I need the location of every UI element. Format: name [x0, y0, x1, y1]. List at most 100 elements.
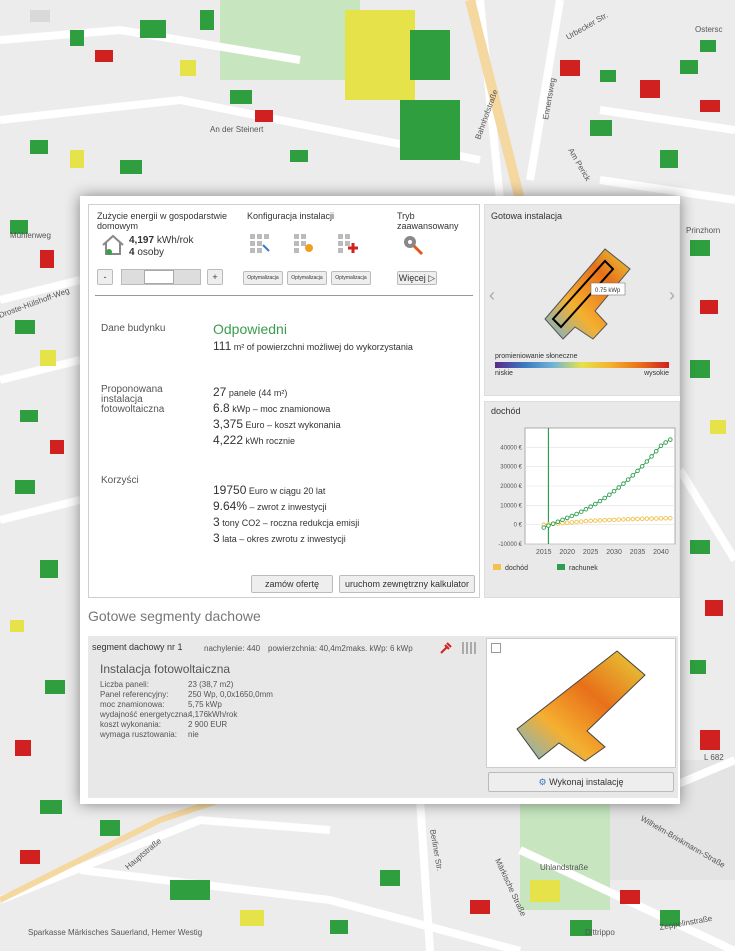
y-tick-label: 30000 €	[500, 465, 522, 471]
external-calculator-button[interactable]: uruchom zewnętrzny kalkulator	[339, 575, 475, 593]
consumption-unit: kWh/rok	[156, 235, 194, 246]
house-icon	[101, 233, 125, 257]
consumption-readout: 4,197 kWh/rok	[129, 235, 193, 246]
y-axis: 40000 € 30000 € 20000 € 10000 € 0 € -10000 €	[498, 445, 522, 548]
optimize-button-2[interactable]: Optymalizacja	[287, 271, 327, 285]
segment-heatmap	[516, 650, 646, 762]
proposal-text: panele (44 m²)	[228, 388, 288, 398]
park-area	[220, 0, 360, 80]
legend-bill: rachunek	[569, 565, 598, 572]
chevron-left-icon[interactable]: ‹	[489, 285, 495, 306]
persons-value: 4	[129, 247, 135, 258]
segment-detail-value: 4,176kWh/rok	[188, 710, 238, 719]
execute-installation-button[interactable]: ⚙ Wykonaj instalację	[488, 772, 674, 792]
data-point-income	[639, 516, 645, 522]
data-point-bill	[607, 492, 612, 497]
segment-tilt: nachylenie: 440	[204, 644, 261, 653]
chevron-right-icon[interactable]: ›	[669, 285, 675, 306]
proposal-line: 4,222 kWh rocznie	[213, 433, 341, 449]
segment-area: powierzchnia: 40,4m2	[268, 644, 346, 653]
optimize-button-3[interactable]: Optymalizacja	[331, 271, 371, 285]
data-point-income	[564, 520, 570, 525]
benefits-details: 19750 Euro w ciągu 20 lat 9.64% – zwrot …	[213, 483, 359, 547]
data-point-bill	[564, 515, 570, 521]
data-point-income	[644, 516, 650, 521]
legend-low: niskie	[495, 370, 513, 377]
usable-area-value: 111	[213, 339, 232, 353]
kwp-label: 0.75 kWp	[595, 288, 621, 294]
order-offer-button[interactable]: zamów ofertę	[251, 575, 333, 593]
building-label: Dane budynku	[101, 323, 166, 334]
y-tick-label: 0 €	[514, 523, 523, 529]
segment-roof-image	[486, 638, 676, 768]
data-point-bill	[639, 464, 645, 469]
proposal-text: kWp – moc znamionowa	[232, 404, 331, 414]
decrease-persons-button[interactable]: -	[97, 269, 113, 285]
proposal-value: 3,375	[213, 417, 244, 431]
segment-detail-key: koszt wykonania:	[100, 720, 161, 729]
data-point-bill	[602, 495, 607, 501]
data-point-bill	[569, 513, 575, 519]
data-point-bill	[560, 517, 565, 523]
add-panel-icon[interactable]	[337, 233, 359, 255]
benefit-text: Euro w ciągu 20 lat	[248, 486, 326, 496]
proposal-line: 6.8 kWp – moc znamionowa	[213, 401, 341, 417]
data-point-income	[607, 517, 612, 523]
data-point-income	[588, 518, 593, 524]
benefit-text: – zwrot z inwestycji	[249, 502, 327, 512]
roof-segment-card: segment dachowy nr 1 nachylenie: 440 pow…	[88, 636, 678, 798]
increase-persons-button[interactable]: +	[207, 269, 223, 285]
data-point-income	[630, 516, 636, 522]
segments-title: Gotowe segmenty dachowe	[88, 608, 261, 624]
benefit-value: 19750	[213, 483, 247, 497]
execute-installation-label: Wykonaj instalację	[549, 777, 624, 787]
y-tick-label: 40000 €	[500, 445, 522, 451]
radiation-legend-bar	[495, 362, 669, 368]
income-section: dochód 40000 € 30000 € 20000 € 10000 € 0 € -1…	[484, 401, 680, 598]
proposal-line: 3,375 Euro – koszt wykonania	[213, 417, 341, 433]
x-tick-label: 2025	[583, 549, 599, 556]
poi-label: Sparkasse Märkisches Sauerland, Hemer We…	[28, 928, 202, 937]
proposal-text: kWh rocznie	[245, 436, 296, 446]
data-point-bill	[625, 477, 631, 482]
persons-readout: 4 osoby	[129, 247, 164, 258]
more-button[interactable]: Więcej ▷	[397, 271, 437, 285]
y-tick-label: 10000 €	[500, 503, 522, 509]
data-point-income	[574, 519, 579, 525]
proposal-text: Euro – koszt wykonania	[245, 420, 341, 430]
data-point-bill	[541, 525, 547, 530]
data-point-income	[625, 517, 631, 522]
roof-heatmap: 0.75 kWp	[544, 248, 631, 340]
persons-slider-handle[interactable]	[144, 270, 174, 284]
optimize-button-1[interactable]: Optymalizacja	[243, 271, 283, 285]
benefit-value: 9.64%	[213, 499, 248, 513]
plug-icon[interactable]	[438, 640, 454, 656]
segment-detail-key: wymaga rusztowania:	[100, 730, 177, 739]
data-point-income	[597, 518, 603, 523]
benefit-line: 3 lata – okres zwrotu z inwestycji	[213, 531, 359, 547]
install-icon: ⚙	[538, 777, 547, 787]
data-point-bill	[621, 481, 626, 486]
legend-title: promieniowanie słoneczne	[495, 353, 578, 360]
data-point-bill	[668, 437, 673, 442]
wrench-icon[interactable]	[401, 233, 425, 257]
data-point-bill	[644, 459, 650, 464]
segment-detail-value: 23 (38,7 m2)	[188, 680, 234, 689]
y-tick-label: 20000 €	[500, 484, 522, 490]
persons-unit: osoby	[137, 247, 165, 258]
data-point-income	[653, 516, 659, 521]
sun-panel-icon[interactable]	[293, 233, 315, 255]
persons-slider[interactable]	[121, 269, 201, 285]
data-point-bill	[555, 519, 561, 525]
income-chart: dochód 40000 € 30000 € 20000 € 10000 € 0 € -1…	[491, 406, 676, 572]
calculator-section: Zużycie energii w gospodarstwie domowym …	[88, 204, 480, 598]
panel-grid-icon[interactable]	[249, 233, 271, 255]
data-point-bill	[583, 506, 589, 512]
radiator-icon[interactable]	[460, 640, 480, 656]
consumption-value: 4,197	[129, 235, 155, 246]
data-point-income	[649, 516, 654, 521]
benefit-text: tony CO2 – roczna redukcja emisji	[222, 518, 360, 528]
data-point-bill	[578, 509, 584, 514]
street-label: L 682	[704, 753, 724, 762]
benefit-value: 3	[213, 531, 220, 545]
